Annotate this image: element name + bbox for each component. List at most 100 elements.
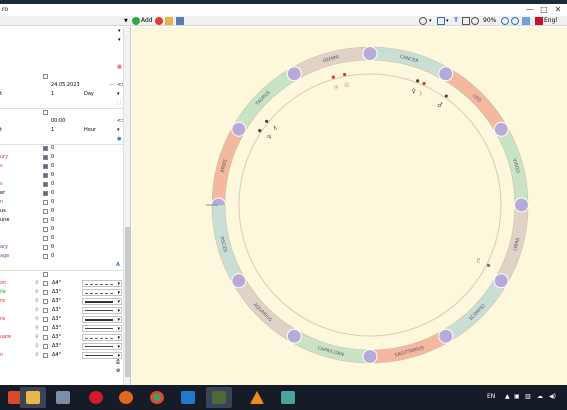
zodiac-wheel[interactable]: ARIESTAURUSGEMINI CANCERLEOVIRGOLIBRASCOR… [132, 27, 567, 385]
zoom-in-icon[interactable] [501, 17, 509, 25]
planet-dot[interactable] [331, 75, 335, 79]
aspect-orb[interactable]: Δ3° [52, 324, 61, 333]
panel-scrollbar[interactable] [123, 27, 130, 385]
planet-checkbox[interactable] [43, 236, 48, 241]
time-step-value[interactable]: 1 [51, 126, 54, 135]
time-step-unit[interactable]: Hour [84, 126, 96, 135]
aspect-orb[interactable]: Δ3° [52, 306, 61, 315]
add-button[interactable]: Add [141, 17, 153, 25]
point-checkbox[interactable] [43, 245, 48, 250]
minimize-button[interactable]: — [525, 5, 535, 15]
close-button[interactable]: ✕ [553, 5, 563, 15]
aspect-checkbox[interactable] [43, 317, 48, 322]
shape-dropdown-icon[interactable]: ▾ [429, 17, 432, 25]
line-style-select[interactable]: ▾ [82, 289, 122, 296]
tray-expand-icon[interactable]: ▲ [505, 392, 510, 402]
sign-segment-aquarius[interactable] [232, 277, 298, 343]
planet-checkbox[interactable] [43, 164, 48, 169]
fit-icon[interactable] [522, 17, 530, 25]
line-style-select[interactable]: ▾ [82, 298, 122, 305]
line-style-select[interactable]: ▾ [82, 343, 122, 350]
media-player-button[interactable] [50, 387, 76, 408]
planet-glyph-icon[interactable]: ♄ [272, 125, 277, 132]
planet-glyph-icon[interactable]: ♃ [266, 134, 271, 141]
date-step-dropdown-icon[interactable]: ▾ [117, 90, 120, 99]
point-checkbox[interactable] [43, 254, 48, 259]
dropdown-arrow-icon[interactable]: ▾ [118, 36, 121, 45]
planet-checkbox[interactable] [43, 146, 48, 151]
network-icon[interactable]: ▥ [525, 392, 531, 402]
planet-checkbox[interactable] [43, 218, 48, 223]
remote-desktop-button[interactable] [175, 387, 201, 408]
date-more-icon[interactable]: ⋯ [109, 81, 114, 90]
collapse-icon[interactable]: ▾ [118, 27, 121, 36]
aspect-checkbox[interactable] [43, 281, 48, 286]
date-step-unit[interactable]: Day [84, 90, 94, 99]
calendar-icon[interactable]: ▦ [117, 63, 122, 72]
date-field[interactable]: 24.05.2023 [51, 81, 80, 90]
zoom-search-icon[interactable] [471, 17, 479, 25]
planet-glyph-icon[interactable]: ☉ [344, 82, 349, 89]
aspect-checkbox[interactable] [43, 326, 48, 331]
aspect-orb[interactable]: Δ3° [52, 288, 61, 297]
date-checkbox[interactable] [43, 74, 48, 79]
stellarium-button[interactable] [206, 387, 232, 408]
planet-dot[interactable] [486, 263, 491, 267]
planet-glyph-icon[interactable]: ☉ [334, 85, 339, 92]
rectangle-dropdown-icon[interactable]: ▾ [446, 17, 449, 25]
text-tool-icon[interactable]: T [454, 17, 458, 25]
planet-dot[interactable] [444, 94, 448, 98]
aspect-checkbox[interactable] [43, 308, 48, 313]
planet-checkbox[interactable] [43, 200, 48, 205]
circle-shape-icon[interactable] [419, 17, 427, 25]
remove-icon[interactable] [155, 17, 163, 25]
language-select[interactable]: Engl [544, 17, 557, 25]
cloud-icon[interactable]: ☁ [537, 392, 543, 402]
planet-checkbox[interactable] [43, 227, 48, 232]
aspect-orb[interactable]: Δ3° [52, 315, 61, 324]
planet-checkbox[interactable] [43, 155, 48, 160]
print-icon[interactable]: ⎙ [116, 358, 120, 367]
aspects-checkbox[interactable] [43, 272, 48, 277]
tray-app-icon[interactable]: ▣ [514, 392, 520, 402]
line-style-select[interactable]: ▾ [82, 325, 122, 332]
line-style-select[interactable]: ▾ [82, 316, 122, 323]
planet-dot[interactable] [258, 129, 262, 133]
save-icon[interactable] [176, 17, 184, 25]
planet-glyph-icon[interactable]: ♀ [412, 88, 416, 95]
note-icon[interactable] [462, 17, 470, 25]
time-field[interactable]: 00:00 [51, 117, 65, 126]
add-icon[interactable] [132, 17, 140, 25]
scrollbar-thumb[interactable] [125, 227, 130, 377]
planet-checkbox[interactable] [43, 182, 48, 187]
planet-checkbox[interactable] [43, 173, 48, 178]
time-step-dropdown-icon[interactable]: ▾ [117, 126, 120, 135]
planet-glyph-icon[interactable]: ♇ [476, 257, 481, 264]
maximize-button[interactable]: □ [539, 5, 549, 15]
aspect-checkbox[interactable] [43, 344, 48, 349]
chart-canvas[interactable]: ARIES TAURUS GEMINI CANCER LEO VIRGO LIBRA SCOR… [132, 27, 567, 385]
planet-dot[interactable] [422, 81, 426, 86]
line-style-select[interactable]: ▾ [82, 280, 122, 287]
time-checkbox[interactable] [43, 110, 48, 115]
firefox-button[interactable] [113, 387, 139, 408]
file-manager-button[interactable] [275, 387, 301, 408]
aspect-checkbox[interactable] [43, 335, 48, 340]
aspect-checkbox[interactable] [43, 299, 48, 304]
planet-checkbox[interactable] [43, 209, 48, 214]
planet-dot[interactable] [416, 79, 420, 83]
sign-segment-scorpio[interactable] [442, 277, 508, 343]
planet-glyph-icon[interactable]: ☽ [417, 91, 422, 98]
aspect-orb[interactable]: Δ4° [52, 279, 61, 288]
planet-dot[interactable] [343, 72, 347, 77]
line-style-select[interactable]: ▾ [82, 334, 122, 341]
opera-button[interactable] [83, 387, 109, 408]
aspect-orb[interactable]: Δ3° [52, 333, 61, 342]
zoom-out-icon[interactable] [511, 17, 519, 25]
file-explorer-button[interactable] [20, 387, 46, 408]
language-indicator[interactable]: EN [487, 392, 495, 402]
date-step-value[interactable]: 1 [51, 90, 54, 99]
dropdown-arrow-icon[interactable]: ▼ [124, 17, 128, 25]
font-icon[interactable]: A [116, 261, 120, 270]
planet-checkbox[interactable] [43, 191, 48, 196]
